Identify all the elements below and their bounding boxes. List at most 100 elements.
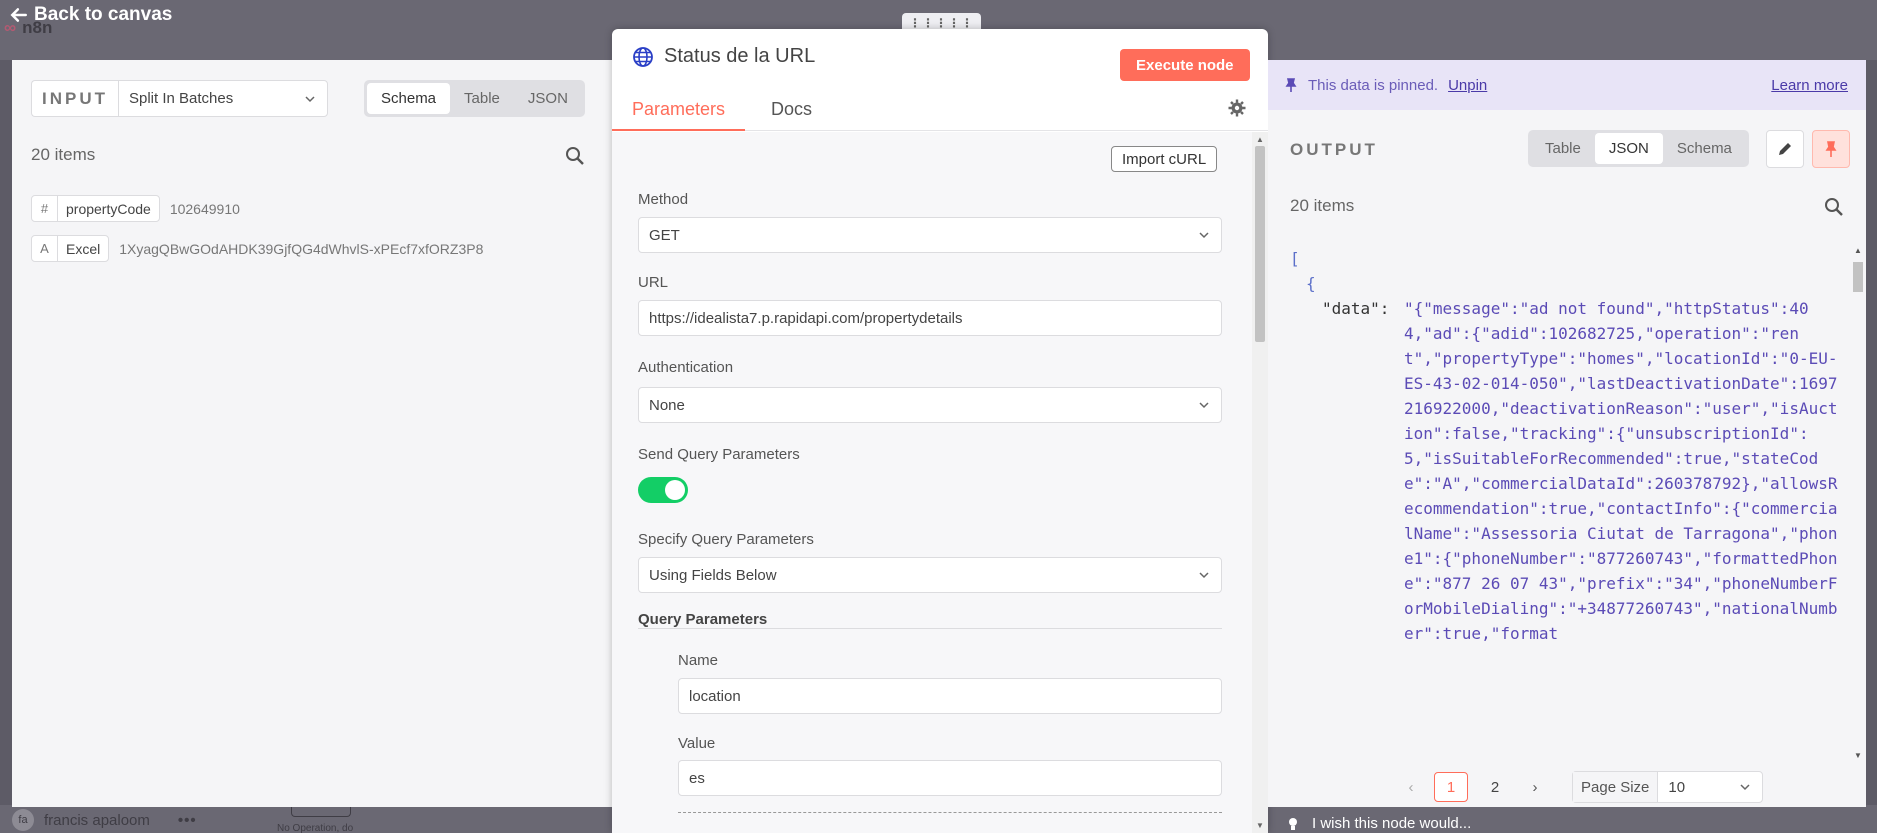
json-key: "data": xyxy=(1322,299,1390,318)
node-tabs: Parameters Docs xyxy=(612,95,1268,131)
schema-field-pill[interactable]: A Excel xyxy=(31,235,110,262)
more-icon[interactable]: ••• xyxy=(178,812,197,829)
globe-icon xyxy=(633,46,653,67)
pinned-data-banner: This data is pinned. Unpin Learn more xyxy=(1268,60,1866,110)
grip-icon: ⋮⋮⋮⋮⋮ xyxy=(909,16,974,30)
param-name-input[interactable]: location xyxy=(678,678,1222,714)
schema-field-row: # propertyCode 102649910 xyxy=(31,195,240,222)
pin-data-button[interactable] xyxy=(1812,130,1850,168)
back-to-canvas-link[interactable]: Back to canvas xyxy=(10,4,172,26)
learn-more-link[interactable]: Learn more xyxy=(1771,77,1848,94)
json-open-brace: { xyxy=(1306,274,1316,293)
specify-query-select[interactable]: Using Fields Below xyxy=(638,557,1222,593)
schema-field-key: propertyCode xyxy=(66,200,151,217)
user-menu[interactable]: fa francis apaloom ••• xyxy=(12,809,197,831)
json-open-bracket: [ xyxy=(1290,249,1300,268)
chevron-down-icon xyxy=(1199,402,1209,409)
json-viewer[interactable]: [ { "data": "{"message":"ad not found","… xyxy=(1290,246,1838,766)
scroll-up-icon[interactable]: ▲ xyxy=(1256,135,1264,144)
pencil-icon xyxy=(1779,143,1791,155)
gear-icon[interactable] xyxy=(1228,99,1246,117)
user-name: francis apaloom xyxy=(44,811,150,829)
authentication-value: None xyxy=(649,396,685,414)
search-icon[interactable] xyxy=(565,146,585,166)
param-value-value: es xyxy=(689,769,705,787)
tab-docs[interactable]: Docs xyxy=(751,95,832,131)
output-view-schema[interactable]: Schema xyxy=(1663,133,1746,164)
send-query-label: Send Query Parameters xyxy=(638,446,800,463)
method-value: GET xyxy=(649,226,680,244)
url-input[interactable]: https://idealista7.p.rapidapi.com/proper… xyxy=(638,300,1222,336)
import-curl-button[interactable]: Import cURL xyxy=(1111,146,1218,172)
pinned-text: This data is pinned. xyxy=(1308,76,1439,94)
arrow-left-icon xyxy=(10,8,27,22)
output-label: OUTPUT xyxy=(1290,140,1378,159)
parameters-scrollbar[interactable]: ▲ ▼ xyxy=(1252,132,1268,833)
param-name-label: Name xyxy=(678,652,719,669)
string-type-icon: A xyxy=(32,236,58,261)
param-value-input[interactable]: es xyxy=(678,760,1222,796)
page-button[interactable]: 1 xyxy=(1434,772,1468,802)
avatar: fa xyxy=(12,809,34,831)
unpin-link[interactable]: Unpin xyxy=(1448,77,1487,94)
prev-page-icon[interactable]: ‹ xyxy=(1398,772,1424,802)
url-label: URL xyxy=(638,274,669,291)
lightbulb-icon xyxy=(1289,817,1297,830)
specify-query-value: Using Fields Below xyxy=(649,566,777,584)
method-label: Method xyxy=(638,191,689,208)
tab-parameters[interactable]: Parameters xyxy=(612,95,746,131)
output-view-json[interactable]: JSON xyxy=(1594,133,1663,164)
chevron-down-icon xyxy=(1199,572,1209,579)
execute-node-button[interactable]: Execute node xyxy=(1120,49,1250,81)
chevron-down-icon xyxy=(305,95,315,102)
input-label: INPUT xyxy=(31,80,118,117)
toggle-knob xyxy=(665,480,685,500)
scroll-down-icon[interactable]: ▼ xyxy=(1256,821,1264,830)
scroll-up-icon[interactable]: ▲ xyxy=(1854,246,1862,255)
input-view-table[interactable]: Table xyxy=(450,83,514,114)
schema-field-value: 102649910 xyxy=(169,200,240,217)
output-scrollbar[interactable]: ▲ ▼ xyxy=(1850,246,1866,760)
param-name-value: location xyxy=(689,687,741,705)
query-parameters-title: Query Parameters xyxy=(638,611,768,628)
feedback-text: I wish this node would... xyxy=(1312,815,1472,832)
page-size-label: Page Size xyxy=(1573,772,1659,802)
node-settings-panel: Status de la URL Execute node Parameters… xyxy=(612,29,1268,833)
schema-field-key: Excel xyxy=(66,240,101,257)
page-size-select[interactable]: 10 xyxy=(1658,772,1762,802)
edit-output-button[interactable] xyxy=(1766,130,1804,168)
send-query-toggle[interactable] xyxy=(638,477,688,503)
next-page-icon[interactable]: › xyxy=(1522,772,1548,802)
output-view-switcher: Table JSON Schema xyxy=(1528,130,1749,167)
feedback-link[interactable]: I wish this node would... xyxy=(1286,815,1471,832)
input-header: INPUT Split In Batches xyxy=(31,80,328,117)
search-icon[interactable] xyxy=(1824,197,1844,217)
pagination: ‹ 1 2 › Page Size 10 xyxy=(1398,771,1764,803)
chevron-down-icon xyxy=(1199,232,1209,239)
output-view-table[interactable]: Table xyxy=(1531,133,1595,164)
input-view-json[interactable]: JSON xyxy=(514,83,582,114)
schema-field-pill[interactable]: # propertyCode xyxy=(31,195,160,222)
back-to-canvas-label: Back to canvas xyxy=(34,4,173,25)
scrollbar-thumb[interactable] xyxy=(1853,262,1863,292)
noop-node-label: No Operation, do xyxy=(277,823,354,833)
schema-field-value: 1XyagQBwGOdAHDK39GjfQG4dWhvlS-xPEcf7xfOR… xyxy=(119,240,484,257)
scrollbar-thumb[interactable] xyxy=(1255,146,1265,342)
authentication-select[interactable]: None xyxy=(638,387,1222,423)
json-value: "{"message":"ad not found","httpStatus":… xyxy=(1404,299,1838,643)
authentication-label: Authentication xyxy=(638,359,734,376)
scroll-down-icon[interactable]: ▼ xyxy=(1854,751,1862,760)
input-panel: INPUT Split In Batches Schema Table JSON… xyxy=(12,60,612,807)
method-select[interactable]: GET xyxy=(638,217,1222,253)
input-node-value: Split In Batches xyxy=(129,90,234,107)
number-type-icon: # xyxy=(32,196,58,221)
input-view-schema[interactable]: Schema xyxy=(367,83,451,114)
node-title-text: Status de la URL xyxy=(664,45,816,67)
output-panel: This data is pinned. Unpin Learn more OU… xyxy=(1268,60,1866,807)
node-title: Status de la URL xyxy=(632,45,815,68)
pin-icon xyxy=(1285,78,1297,92)
specify-query-label: Specify Query Parameters xyxy=(638,531,814,548)
input-node-select[interactable]: Split In Batches xyxy=(118,80,328,117)
divider xyxy=(678,812,1222,813)
page-button[interactable]: 2 xyxy=(1478,772,1512,802)
